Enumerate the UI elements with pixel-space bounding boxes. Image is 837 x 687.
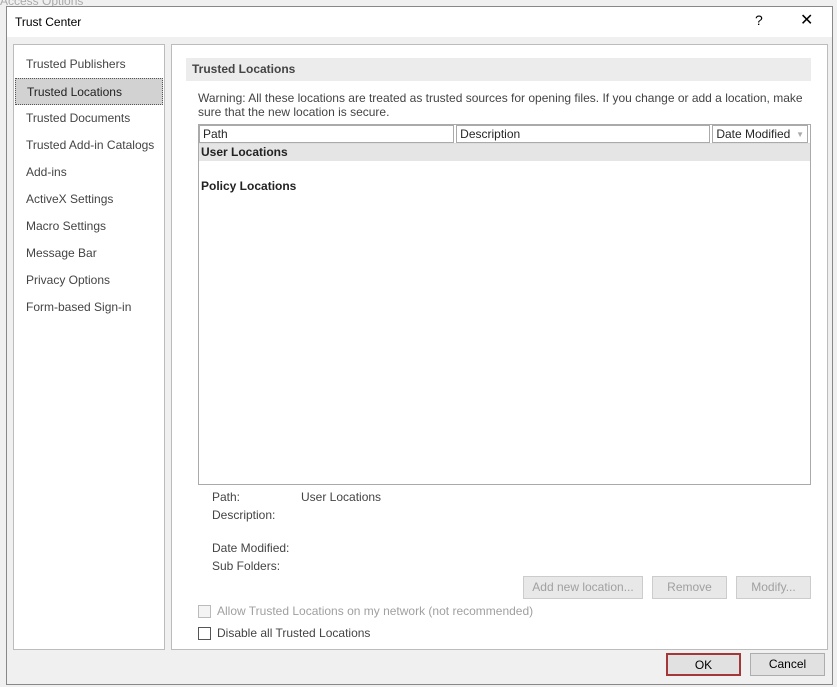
trust-center-dialog: Trust Center ? ✕ Trusted Publishers Trus… xyxy=(6,6,833,685)
nav-privacy-options[interactable]: Privacy Options xyxy=(15,267,163,294)
description-label: Description: xyxy=(212,508,276,522)
warning-text: Warning: All these locations are treated… xyxy=(198,91,803,119)
nav-add-ins[interactable]: Add-ins xyxy=(15,159,163,186)
dialog-title: Trust Center xyxy=(15,15,82,29)
modify-button[interactable]: Modify... xyxy=(736,576,811,599)
allow-network-label: Allow Trusted Locations on my network (n… xyxy=(217,604,534,618)
path-value: User Locations xyxy=(301,490,382,504)
nav-activex-settings[interactable]: ActiveX Settings xyxy=(15,186,163,213)
date-modified-label: Date Modified: xyxy=(212,541,290,555)
nav-form-based-sign-in[interactable]: Form-based Sign-in xyxy=(15,294,163,321)
remove-button[interactable]: Remove xyxy=(652,576,727,599)
nav-message-bar[interactable]: Message Bar xyxy=(15,240,163,267)
nav-macro-settings[interactable]: Macro Settings xyxy=(15,213,163,240)
section-title: Trusted Locations xyxy=(186,58,811,81)
close-button[interactable]: ✕ xyxy=(800,10,813,30)
nav-trusted-documents[interactable]: Trusted Documents xyxy=(15,105,163,132)
nav-trusted-addin-catalogs[interactable]: Trusted Add-in Catalogs xyxy=(15,132,163,159)
disable-all-option[interactable]: Disable all Trusted Locations xyxy=(198,626,370,640)
column-date-modified[interactable]: Date Modified ▼ xyxy=(712,125,809,143)
nav-trusted-publishers[interactable]: Trusted Publishers xyxy=(15,51,163,78)
help-button[interactable]: ? xyxy=(755,12,763,28)
path-label: Path: xyxy=(212,490,241,504)
disable-all-label: Disable all Trusted Locations xyxy=(217,626,371,640)
cancel-button[interactable]: Cancel xyxy=(750,653,825,676)
title-bar: Trust Center ? ✕ xyxy=(7,7,832,37)
group-user-locations[interactable]: User Locations xyxy=(199,144,810,161)
category-nav: Trusted Publishers Trusted Locations Tru… xyxy=(13,44,165,650)
allow-network-checkbox[interactable] xyxy=(198,604,211,618)
column-path[interactable]: Path xyxy=(199,125,455,143)
nav-trusted-locations[interactable]: Trusted Locations xyxy=(15,78,163,105)
column-date-label: Date Modified xyxy=(716,127,791,141)
group-policy-locations[interactable]: Policy Locations xyxy=(199,178,810,195)
locations-list[interactable]: Path Description Date Modified ▼ User Loc… xyxy=(198,124,811,485)
add-new-location-button[interactable]: Add new location... xyxy=(523,576,643,599)
column-description[interactable]: Description xyxy=(456,125,711,143)
allow-network-option[interactable]: Allow Trusted Locations on my network (n… xyxy=(198,604,533,618)
list-header: Path Description Date Modified ▼ xyxy=(199,125,810,144)
sub-folders-label: Sub Folders: xyxy=(212,559,281,573)
disable-all-checkbox[interactable] xyxy=(198,626,211,640)
main-panel: Trusted Locations Warning: All these loc… xyxy=(171,44,828,650)
sort-arrow-icon: ▼ xyxy=(796,130,805,139)
ok-button[interactable]: OK xyxy=(666,653,741,676)
